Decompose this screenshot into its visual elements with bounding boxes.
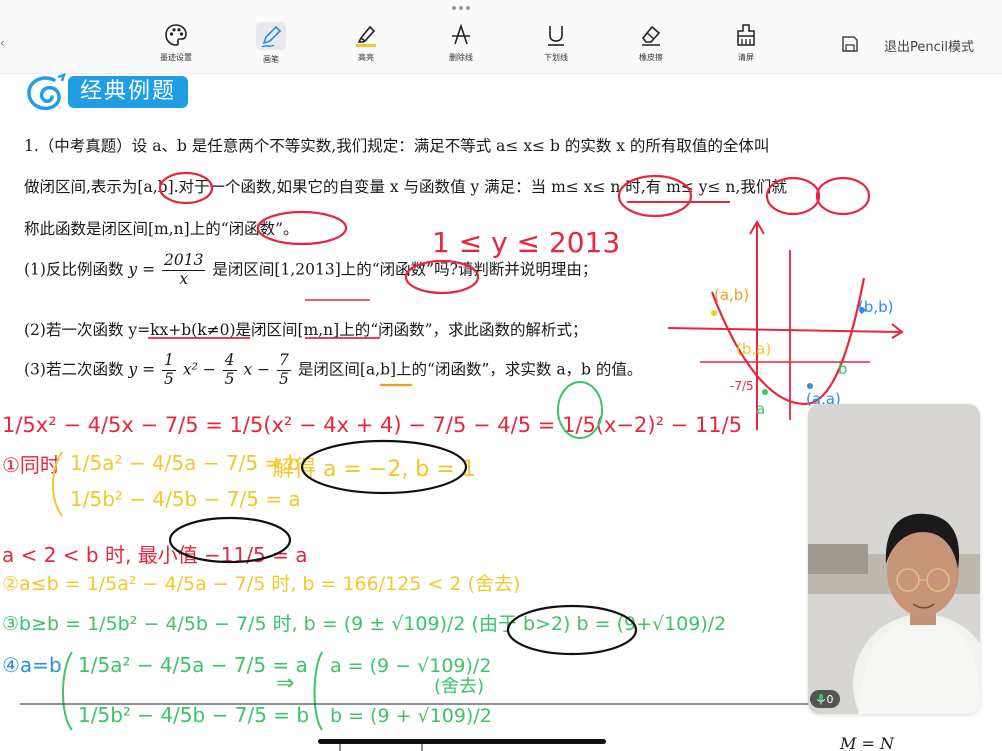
back-chevron-icon[interactable]: ‹ bbox=[0, 36, 5, 50]
question-3: (3)若二次函数 y = 15 x² − 45 x − 75 是闭区间[a,b]… bbox=[24, 351, 643, 389]
clear-screen-icon bbox=[737, 24, 755, 46]
case-1-eq-b: 1/5b² − 4/5b − 7/5 = a bbox=[70, 487, 301, 511]
tool-label: 清屏 bbox=[738, 53, 754, 62]
q1-y: y = bbox=[128, 260, 156, 279]
tool-label: 墨迹设置 bbox=[160, 53, 192, 62]
q3-frac-2: 45 bbox=[222, 351, 237, 389]
footer-formula: M = N bbox=[840, 734, 894, 751]
tool-ink-settings[interactable]: 墨迹设置 bbox=[141, 22, 211, 70]
parabola-sketch bbox=[667, 220, 904, 430]
q3-frac-2-den: 5 bbox=[224, 369, 235, 388]
tool-highlighter[interactable]: 高亮 bbox=[331, 22, 401, 70]
q3-x2: x² − bbox=[182, 360, 216, 379]
problem-text-line-3: 称此函数是闭区间[m,n]上的“闭函数”。 bbox=[24, 220, 299, 238]
tool-label: 高亮 bbox=[358, 53, 374, 62]
ink-circle bbox=[168, 516, 292, 564]
microphone-icon bbox=[816, 693, 825, 704]
save-icon[interactable] bbox=[840, 34, 860, 54]
derivation-line-1: 1/5x² − 4/5x − 7/5 = 1/5(x² − 4x + 4) − … bbox=[2, 413, 742, 437]
case-5-note: (舍去) bbox=[434, 676, 484, 697]
case-1-label: ①同时 bbox=[2, 453, 60, 477]
q3-frac-1-den: 5 bbox=[164, 369, 174, 388]
mic-indicator[interactable]: 0 bbox=[810, 690, 840, 708]
case-1-solution: 解得 a = −2, b = 1 bbox=[272, 457, 476, 482]
point-label-neg7-5: -7/5 bbox=[730, 379, 754, 393]
tool-label: 下划线 bbox=[544, 53, 568, 62]
point-label-ba: (b,a) bbox=[736, 340, 771, 358]
eraser-icon bbox=[641, 25, 661, 46]
case-1-eq-a: 1/5a² − 4/5a − 7/5 = b bbox=[70, 451, 300, 475]
section-header: 经典例题 bbox=[24, 72, 194, 114]
point-label-a: a bbox=[756, 400, 765, 418]
q3-prefix: (3)若二次函数 bbox=[24, 360, 124, 379]
ink-circle bbox=[300, 439, 468, 495]
q3-frac-1: 15 bbox=[162, 351, 176, 389]
problem-text-line-1: 1.（中考真题）设 a、b 是任意两个不等实数,我们规定：满足不等式 a≤ x≤… bbox=[24, 137, 770, 155]
tool-clear-screen[interactable]: 清屏 bbox=[711, 22, 781, 70]
case-5-result-a: a = (9 − √109)/2 bbox=[330, 655, 491, 677]
tool-pen[interactable]: 画笔 bbox=[236, 22, 306, 70]
problem-text-line-2: 做闭区间,表示为[a,b].对于一个函数,如果它的自变量 x 与函数值 y 满足… bbox=[24, 178, 787, 196]
underline-icon bbox=[548, 26, 564, 46]
section-title: 经典例题 bbox=[68, 76, 189, 108]
case-5-arrow: ⇒ bbox=[276, 671, 294, 696]
q3-suffix: 是闭区间[a,b]上的“闭函数”，求实数 a，b 的值。 bbox=[297, 360, 643, 379]
home-indicator[interactable] bbox=[318, 739, 606, 744]
case-5-eq-a: 1/5a² − 4/5a − 7/5 = a bbox=[78, 653, 308, 677]
q3-frac-1-num: 1 bbox=[162, 351, 176, 371]
point-label-bb: (b,b) bbox=[858, 298, 894, 316]
q1-suffix: 是闭区间[1,2013]上的“闭函数”吗?请判断并说明理由； bbox=[212, 260, 598, 279]
q3-frac-3-num: 7 bbox=[277, 351, 291, 371]
video-call-overlay[interactable] bbox=[808, 404, 980, 714]
q3-frac-3-den: 5 bbox=[279, 369, 289, 388]
case-4-line: ③b≥b = 1/5b² − 4/5b − 7/5 时, b = (9 ± √1… bbox=[2, 613, 726, 635]
question-2: (2)若一次函数 y=kx+b(k≠0)是闭区间[m,n]上的“闭函数”，求此函… bbox=[24, 321, 588, 339]
q1-prefix: (1)反比例函数 bbox=[24, 260, 124, 279]
pen-icon bbox=[261, 25, 282, 48]
camera-feed-image bbox=[808, 404, 980, 714]
q3-frac-2-num: 4 bbox=[222, 351, 237, 371]
point-label-ab: (a,b) bbox=[714, 286, 749, 304]
tool-underline[interactable]: 下划线 bbox=[521, 22, 591, 70]
drag-handle-icon[interactable] bbox=[452, 6, 472, 14]
tool-strikethrough[interactable]: 删除线 bbox=[426, 22, 496, 70]
point-label-b: b bbox=[838, 360, 848, 378]
q1-fraction: 2013 x bbox=[162, 251, 206, 289]
question-1: (1)反比例函数 y = 2013 x 是闭区间[1,2013]上的“闭函数”吗?… bbox=[24, 251, 598, 289]
ink-circle bbox=[815, 176, 871, 216]
tool-eraser[interactable]: 橡皮擦 bbox=[616, 22, 686, 70]
palette-icon bbox=[165, 24, 187, 46]
tool-label: 删除线 bbox=[449, 53, 473, 62]
swirl-logo-icon bbox=[27, 73, 66, 111]
case-3-line: ②a≤b = 1/5a² − 4/5a − 7/5 时, b = 166/125… bbox=[2, 573, 520, 595]
exit-pencil-mode-button[interactable]: 退出Pencil模式 bbox=[884, 36, 974, 55]
q1-denominator: x bbox=[179, 269, 189, 288]
q3-frac-3: 75 bbox=[277, 351, 291, 389]
q3-x: x − bbox=[243, 360, 271, 379]
highlighter-icon bbox=[356, 25, 376, 47]
q3-y: y = bbox=[128, 360, 156, 379]
ink-circle bbox=[506, 604, 638, 656]
q1-numerator: 2013 bbox=[162, 251, 206, 271]
case-5-eq-b: 1/5b² − 4/5b − 7/5 = b bbox=[78, 703, 309, 727]
tool-label: 橡皮擦 bbox=[639, 53, 663, 62]
pencil-toolbar: ‹ 墨迹设置 画笔 高亮 删除线 下划线 橡皮擦 清屏 退出Pencil模式 bbox=[0, 0, 1002, 74]
mic-count: 0 bbox=[826, 692, 834, 706]
case-5-label: ④a=b bbox=[2, 653, 62, 677]
tool-label: 画笔 bbox=[263, 55, 279, 64]
case-2-line: a < 2 < b 时, 最小值 −11/5 = a bbox=[2, 543, 307, 567]
strikethrough-icon bbox=[452, 23, 470, 45]
case-5-result-b: b = (9 + √109)/2 bbox=[330, 705, 492, 727]
ink-circle bbox=[557, 381, 603, 439]
